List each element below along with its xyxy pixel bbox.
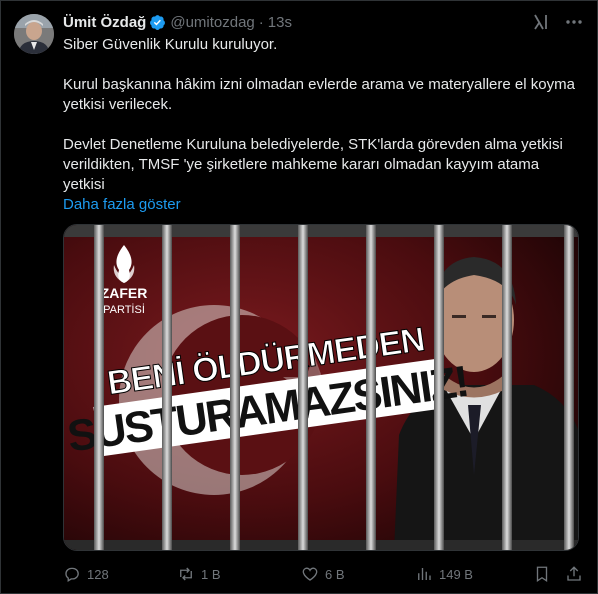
views-chart-icon — [418, 568, 431, 580]
tweet-image[interactable]: ZAFER PARTİSİ BENİ ÖLDÜRMEDEN SUSTURAMAZ… — [63, 224, 579, 551]
repost-count: 1 B — [201, 566, 221, 582]
reply-icon — [65, 567, 79, 582]
author-name[interactable]: Ümit Özdağ — [63, 14, 146, 31]
verified-badge-icon — [150, 14, 166, 30]
share-button[interactable] — [565, 564, 583, 584]
tweet-text: Siber Güvenlik Kurulu kuruluyor. Kurul b… — [63, 35, 583, 215]
share-icon — [567, 566, 581, 581]
grok-icon[interactable] — [531, 12, 551, 32]
logo-line-1: ZAFER — [101, 285, 148, 301]
bookmark-button[interactable] — [533, 564, 551, 584]
author-handle[interactable]: @umitozdag — [170, 14, 254, 31]
more-options-icon[interactable] — [563, 11, 585, 33]
heart-icon — [302, 567, 318, 581]
like-button[interactable]: 6 B — [301, 564, 345, 584]
tweet-paragraph-2: Kurul başkanına hâkim izni olmadan evler… — [63, 76, 575, 113]
tweet-paragraph-3: Devlet Denetleme Kuruluna belediyelerde,… — [63, 136, 563, 193]
reply-count: 128 — [87, 566, 109, 582]
tweet-header: Ümit Özdağ @umitozdag · 13s — [63, 12, 292, 32]
view-count: 149 B — [439, 566, 473, 582]
bookmark-icon — [536, 566, 548, 583]
like-count: 6 B — [325, 566, 345, 582]
action-bar: 128 1 B 6 B 149 B — [63, 564, 583, 584]
tweet-card[interactable]: Ümit Özdağ @umitozdag · 13s Siber Güvenl… — [0, 0, 598, 594]
time-separator: · — [258, 13, 264, 31]
repost-button[interactable]: 1 B — [177, 564, 221, 584]
logo-line-2: PARTİSİ — [103, 303, 145, 316]
reply-button[interactable]: 128 — [63, 564, 109, 584]
tweet-line-1: Siber Güvenlik Kurulu kuruluyor. — [63, 36, 278, 53]
views-button[interactable]: 149 B — [415, 564, 473, 584]
avatar[interactable] — [14, 14, 54, 54]
show-more-link[interactable]: Daha fazla göster — [63, 195, 583, 215]
repost-icon — [180, 567, 192, 581]
tweet-timestamp[interactable]: 13s — [268, 14, 292, 31]
